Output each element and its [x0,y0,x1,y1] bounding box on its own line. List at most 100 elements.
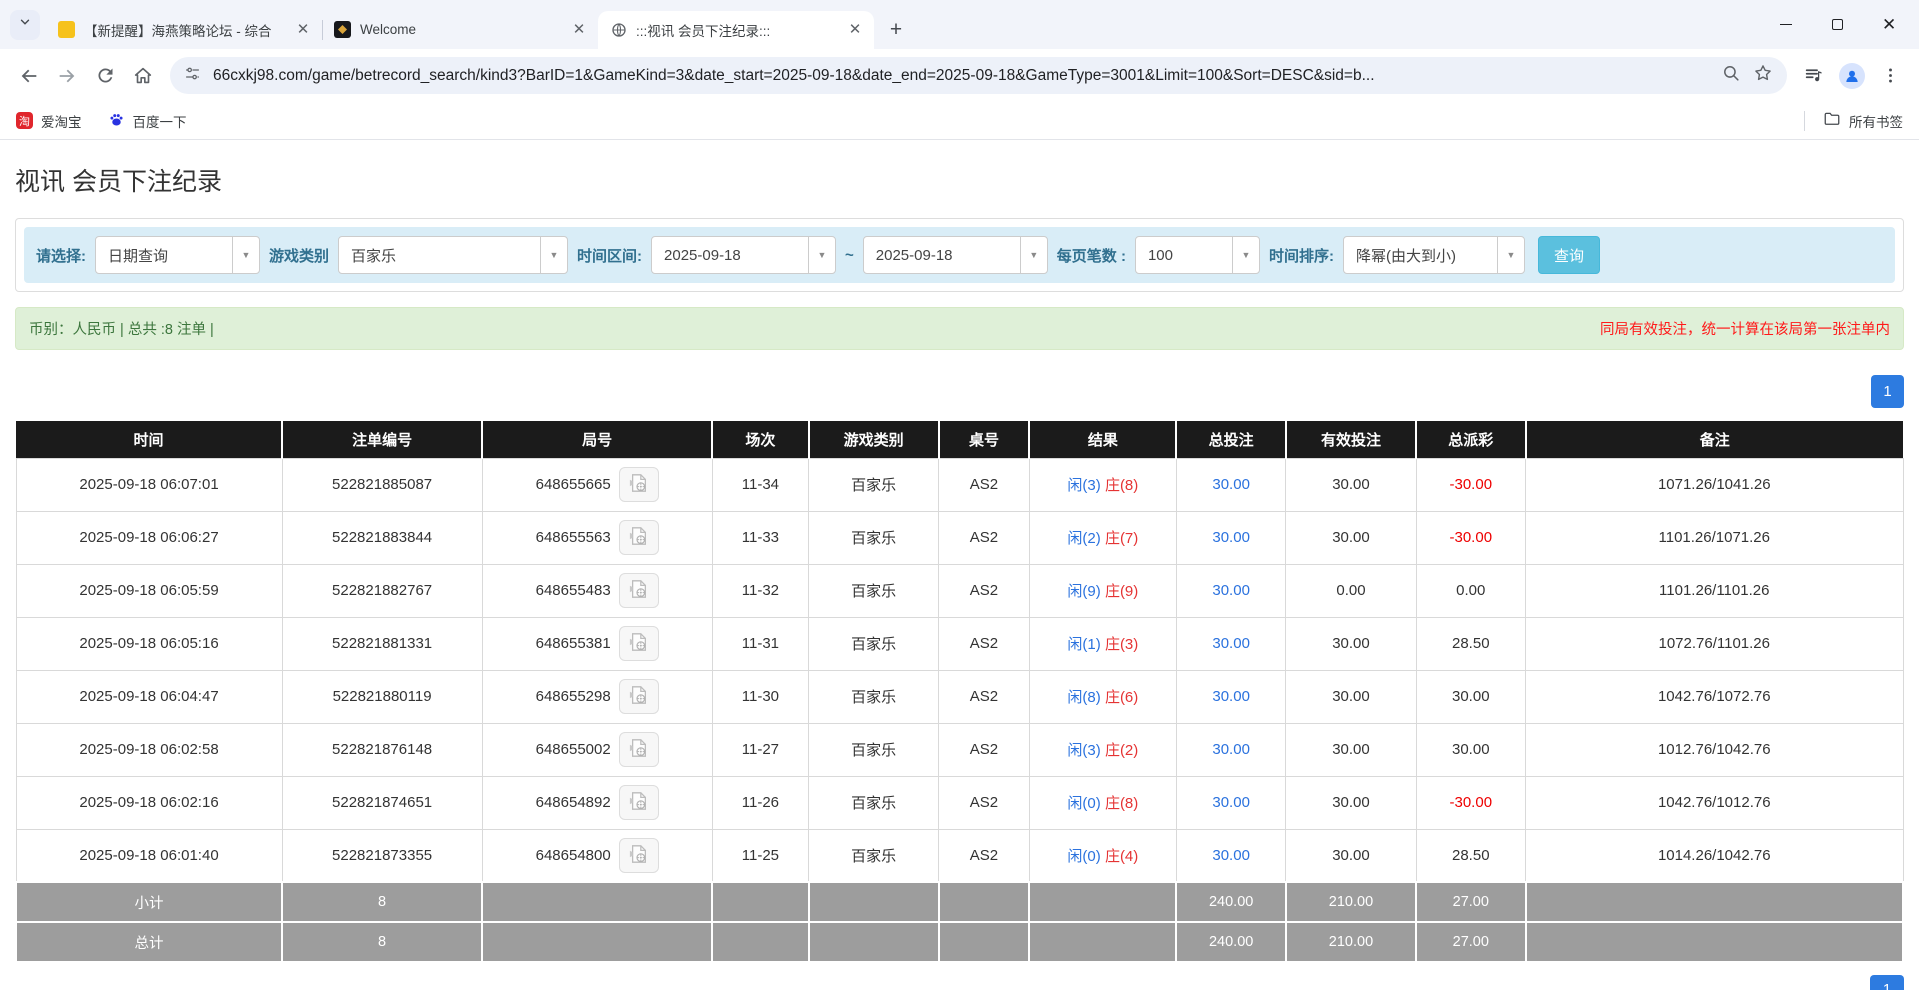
summary-cell: 8 [282,882,482,922]
new-tab-button[interactable]: + [882,16,910,44]
select-query-type[interactable]: 日期查询 ▼ [95,236,260,274]
bookmark-label: 百度一下 [133,111,187,131]
cell-session: 11-32 [712,564,808,617]
cell-time: 2025-09-18 06:06:27 [16,511,282,564]
close-icon[interactable]: ✕ [846,21,864,39]
menu-dots-icon[interactable] [1871,57,1909,95]
page-1-button[interactable]: 1 [1871,375,1904,408]
cell-result: 闲(8) 庄(6) [1029,670,1176,723]
cell-bet-id: 522821873355 [282,829,482,882]
browser-tab-welcome[interactable]: Welcome ✕ [322,11,598,49]
cell-table-no: AS2 [939,829,1030,882]
summary-cell [939,922,1030,962]
cell-game-type: 百家乐 [809,617,939,670]
payout-value: -30.00 [1450,476,1493,493]
filter-label-tilde: ~ [845,247,854,264]
browser-tab-betrecord[interactable]: :::视讯 会员下注纪录::: ✕ [598,11,874,49]
table-footer: 小计8240.00210.0027.00总计8240.00210.0027.00 [16,882,1903,962]
currency-summary: 币别：人民币 | 总共 :8 注单 | [29,318,214,339]
media-control-icon[interactable] [1795,57,1833,95]
result-banker: 庄(2) [1105,742,1138,759]
total-bet-link[interactable]: 30.00 [1212,741,1250,758]
back-icon[interactable] [10,57,48,95]
summary-cell [712,922,808,962]
column-header: 局号 [482,421,712,458]
payout-value: 28.50 [1452,635,1490,652]
url-text[interactable]: 66cxkj98.com/game/betrecord_search/kind3… [213,67,1710,85]
total-bet-link[interactable]: 30.00 [1212,794,1250,811]
video-replay-button[interactable] [619,785,659,820]
payout-value: 28.50 [1452,847,1490,864]
cell-time: 2025-09-18 06:05:16 [16,617,282,670]
round-number: 648655563 [536,529,611,546]
select-game-category[interactable]: 百家乐 ▼ [338,236,568,274]
close-icon[interactable]: ✕ [294,21,312,39]
cell-time: 2025-09-18 06:01:40 [16,829,282,882]
browser-tab-forum[interactable]: 【新提醒】海燕策略论坛 - 综合 ✕ [46,11,322,49]
summary-row: 总计8240.00210.0027.00 [16,922,1903,962]
select-value: 2025-09-18 [652,237,808,273]
window-close-icon[interactable]: ✕ [1882,18,1895,31]
round-number: 648655298 [536,688,611,705]
summary-cell [1029,882,1176,922]
total-bet-link[interactable]: 30.00 [1212,847,1250,864]
video-replay-button[interactable] [619,626,659,661]
cell-game-type: 百家乐 [809,829,939,882]
total-bet-link[interactable]: 30.00 [1212,635,1250,652]
minimize-icon[interactable] [1780,18,1793,31]
select-date-start[interactable]: 2025-09-18 ▼ [651,236,836,274]
bookmark-star-icon[interactable] [1753,63,1773,88]
cell-bet-id: 522821880119 [282,670,482,723]
bottom-page-1-button[interactable]: 1 [1870,975,1904,990]
video-replay-button[interactable] [619,838,659,873]
total-bet-link[interactable]: 30.00 [1212,476,1250,493]
select-date-end[interactable]: 2025-09-18 ▼ [863,236,1048,274]
cell-total-bet: 30.00 [1176,670,1285,723]
video-replay-button[interactable] [619,732,659,767]
video-replay-button[interactable] [619,520,659,555]
bookmark-baidu[interactable]: 百度一下 [108,111,187,131]
home-icon[interactable] [124,57,162,95]
forward-icon[interactable] [48,57,86,95]
total-bet-link[interactable]: 30.00 [1212,529,1250,546]
cell-session: 11-30 [712,670,808,723]
video-replay-icon [628,844,650,867]
filter-label-time-sort: 时间排序: [1269,245,1334,266]
total-bet-link[interactable]: 30.00 [1212,688,1250,705]
cell-payout: 30.00 [1416,670,1525,723]
filter-label-game-category: 游戏类别 [269,245,329,266]
all-bookmarks-button[interactable]: 所有书签 [1823,110,1903,131]
cell-table-no: AS2 [939,511,1030,564]
close-icon[interactable]: ✕ [570,21,588,39]
video-replay-button[interactable] [619,573,659,608]
bookmark-taobao[interactable]: 淘 爱淘宝 [16,111,82,131]
video-replay-icon [628,473,650,496]
column-header: 场次 [712,421,808,458]
site-settings-icon[interactable] [184,65,201,87]
summary-row: 小计8240.00210.0027.00 [16,882,1903,922]
cell-total-bet: 30.00 [1176,458,1285,511]
address-bar[interactable]: 66cxkj98.com/game/betrecord_search/kind3… [170,57,1787,94]
zoom-icon[interactable] [1722,64,1741,88]
cell-round-id: 648655002 [482,723,712,776]
select-time-sort[interactable]: 降幂(由大到小) ▼ [1343,236,1525,274]
cell-bet-id: 522821885087 [282,458,482,511]
tab-search-button[interactable] [10,10,40,40]
maximize-icon[interactable] [1831,18,1844,31]
total-bet-link[interactable]: 30.00 [1212,582,1250,599]
search-button[interactable]: 查询 [1538,236,1600,274]
column-header: 总派彩 [1416,421,1525,458]
profile-avatar[interactable] [1833,57,1871,95]
table-row: 2025-09-18 06:06:27522821883844648655563… [16,511,1903,564]
video-replay-button[interactable] [619,467,659,502]
folder-icon [1823,110,1841,131]
reload-icon[interactable] [86,57,124,95]
select-page-size[interactable]: 100 ▼ [1135,236,1260,274]
caret-down-icon: ▼ [808,237,835,273]
cell-game-type: 百家乐 [809,458,939,511]
tab-title: 【新提醒】海燕策略论坛 - 综合 [84,20,285,40]
video-replay-button[interactable] [619,679,659,714]
filter-label-date-range: 时间区间: [577,245,642,266]
cell-note: 1042.76/1012.76 [1526,776,1904,829]
cell-total-bet: 30.00 [1176,564,1285,617]
